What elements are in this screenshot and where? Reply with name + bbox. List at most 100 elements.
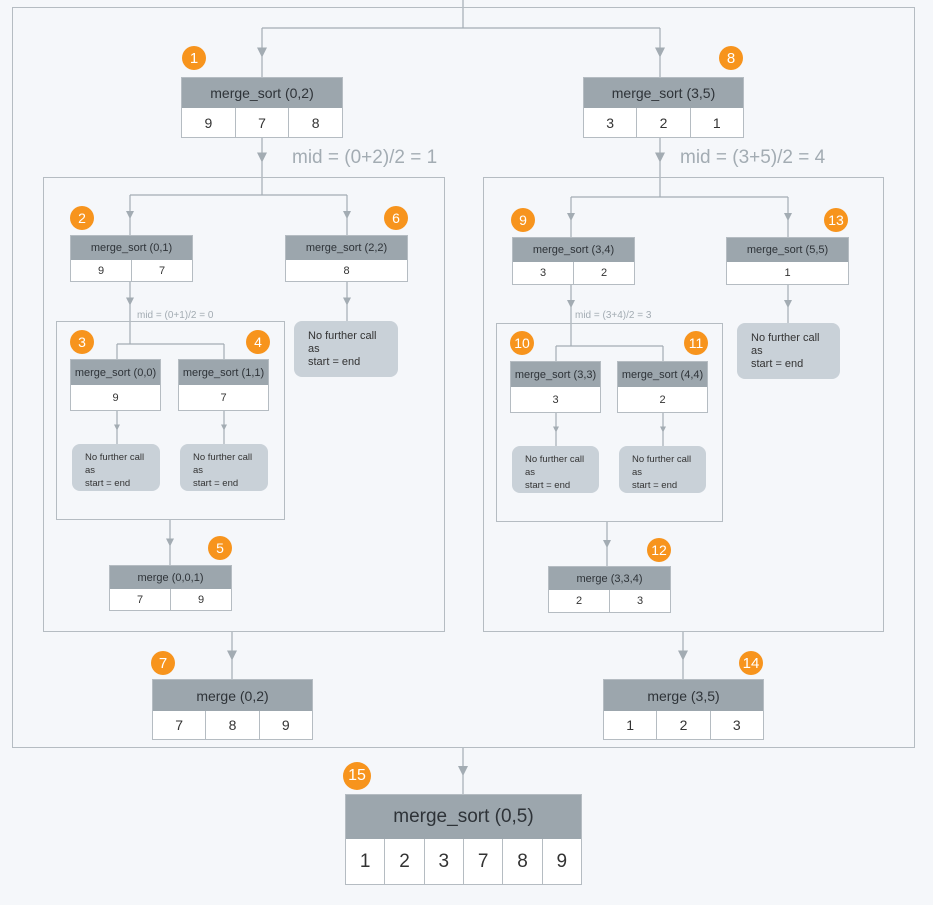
array-cell: 3 bbox=[552, 393, 559, 406]
step-badge: 11 bbox=[684, 331, 708, 355]
note-text: start = end bbox=[751, 358, 804, 370]
call-label: merge_sort (0,1) bbox=[71, 236, 192, 260]
step-badge: 8 bbox=[719, 46, 743, 70]
array-values: 123789 bbox=[346, 839, 581, 884]
call-label: merge (3,3,4) bbox=[549, 567, 670, 590]
mid-calculation: mid = (3+5)/2 = 4 bbox=[680, 147, 826, 168]
note-text: No further call bbox=[525, 454, 585, 465]
array-cell: 1 bbox=[359, 850, 371, 872]
array-cell: 2 bbox=[384, 839, 423, 884]
step-badge: 4 bbox=[246, 330, 270, 354]
arrowhead-icon bbox=[458, 766, 468, 776]
call-label: merge_sort (3,4) bbox=[513, 238, 634, 262]
note-text: start = end bbox=[193, 478, 239, 489]
note-text: start = end bbox=[85, 478, 131, 489]
array-cell: 7 bbox=[136, 593, 144, 606]
note-text: as bbox=[525, 467, 536, 478]
call-label: merge (0,2) bbox=[153, 680, 312, 711]
mid-calculation: mid = (3+4)/2 = 3 bbox=[575, 310, 652, 321]
array-cell: 2 bbox=[573, 262, 634, 284]
array-values: 3 21 bbox=[584, 108, 743, 137]
array-values: 23 bbox=[549, 590, 670, 612]
array-cell: 2 bbox=[636, 108, 689, 137]
note-text: start = end bbox=[525, 480, 571, 491]
call-label: merge (0,0,1) bbox=[110, 566, 231, 589]
step-badge: 13 bbox=[824, 208, 848, 232]
note-text: as bbox=[632, 467, 643, 478]
call-box-step-12: merge (3,3,4) 2 3 bbox=[548, 566, 671, 613]
array-cell: 2 bbox=[659, 393, 666, 406]
array-values: 7 bbox=[179, 385, 268, 410]
call-label: merge_sort (1,1) bbox=[179, 360, 268, 385]
call-box-step-14: merge (3,5) 1 2 3 bbox=[603, 679, 764, 740]
call-box-step-3: merge_sort (0,0) 9 bbox=[70, 359, 161, 411]
array-cell: 7 bbox=[175, 717, 184, 733]
array-values: 8 bbox=[286, 260, 407, 281]
step-badge: 12 bbox=[647, 538, 671, 562]
call-label: merge_sort (3,3) bbox=[511, 362, 600, 387]
mid-calculation: mid = (0+1)/2 = 0 bbox=[137, 310, 214, 321]
array-values: 7 89 bbox=[153, 711, 312, 739]
no-further-call-note: No further call as start = end bbox=[619, 446, 706, 493]
array-values: 2 bbox=[618, 387, 707, 412]
no-further-call-note: No further call as start = end bbox=[512, 446, 599, 493]
step-badge: 5 bbox=[208, 536, 232, 560]
array-values: 3 bbox=[511, 387, 600, 412]
array-cell: 3 bbox=[423, 839, 463, 884]
note-text: as bbox=[308, 343, 320, 355]
array-cell: 2 bbox=[656, 711, 709, 739]
array-cell: 8 bbox=[288, 108, 342, 137]
call-box-step-4: merge_sort (1,1) 7 bbox=[178, 359, 269, 411]
step-badge: 7 bbox=[151, 651, 175, 675]
call-box-step-9: merge_sort (3,4) 3 2 bbox=[512, 237, 635, 285]
array-values: 32 bbox=[513, 262, 634, 284]
no-further-call-note: No further call as start = end bbox=[72, 444, 160, 491]
no-further-call-note: No further call as start = end bbox=[737, 323, 840, 379]
array-cell: 1 bbox=[784, 267, 791, 279]
array-cell: 7 bbox=[234, 108, 289, 137]
step-badge: 2 bbox=[70, 206, 94, 230]
array-cell: 8 bbox=[343, 264, 350, 277]
step-badge: 9 bbox=[511, 208, 535, 232]
call-box-step-11: merge_sort (4,4) 2 bbox=[617, 361, 708, 413]
array-cell: 9 bbox=[170, 589, 231, 610]
array-cell: 7 bbox=[131, 260, 192, 281]
note-text: No further call bbox=[85, 452, 145, 463]
array-cell: 9 bbox=[541, 839, 581, 884]
call-box-step-13: merge_sort (5,5) 1 bbox=[726, 237, 849, 285]
call-box-step-10: merge_sort (3,3) 3 bbox=[510, 361, 601, 413]
no-further-call-note: No further call as start = end bbox=[180, 444, 268, 491]
array-cell: 2 bbox=[575, 595, 583, 607]
call-label: merge_sort (5,5) bbox=[727, 238, 848, 262]
note-text: No further call bbox=[193, 452, 253, 463]
note-text: as bbox=[193, 465, 204, 476]
call-label: merge_sort (0,5) bbox=[346, 795, 581, 839]
array-cell: 9 bbox=[112, 391, 119, 404]
call-box-step-7: merge (0,2) 7 8 9 bbox=[152, 679, 313, 740]
array-cell: 3 bbox=[609, 590, 670, 612]
note-text: as bbox=[751, 345, 763, 357]
note-text: start = end bbox=[308, 356, 361, 368]
array-cell: 1 bbox=[689, 108, 743, 137]
call-box-step-5: merge (0,0,1) 7 9 bbox=[109, 565, 232, 611]
note-text: as bbox=[85, 465, 96, 476]
call-box-step-8: merge_sort (3,5) 3 2 1 bbox=[583, 77, 744, 138]
array-values: 79 bbox=[110, 589, 231, 610]
step-badge: 6 bbox=[384, 206, 408, 230]
array-cell: 1 bbox=[626, 717, 635, 733]
call-label: merge_sort (2,2) bbox=[286, 236, 407, 260]
step-badge: 3 bbox=[70, 330, 94, 354]
note-text: No further call bbox=[308, 330, 377, 342]
call-box-step-15: merge_sort (0,5) 1 2 3 7 8 9 bbox=[345, 794, 582, 885]
array-cell: 9 bbox=[204, 114, 213, 131]
array-cell: 3 bbox=[606, 114, 615, 131]
array-cell: 9 bbox=[97, 264, 105, 277]
step-badge: 14 bbox=[739, 651, 763, 675]
merge-sort-recursion-diagram: merge_sort (0,2) 9 7 8 1 merge_sort (0,1) 9 7 2 m… bbox=[0, 0, 933, 905]
array-values: 9 78 bbox=[182, 108, 342, 137]
note-text: No further call bbox=[632, 454, 692, 465]
array-cell: 9 bbox=[258, 711, 312, 739]
array-values: 9 bbox=[71, 385, 160, 410]
array-cell: 7 bbox=[220, 391, 227, 404]
no-further-call-note: No further call as start = end bbox=[294, 321, 398, 377]
